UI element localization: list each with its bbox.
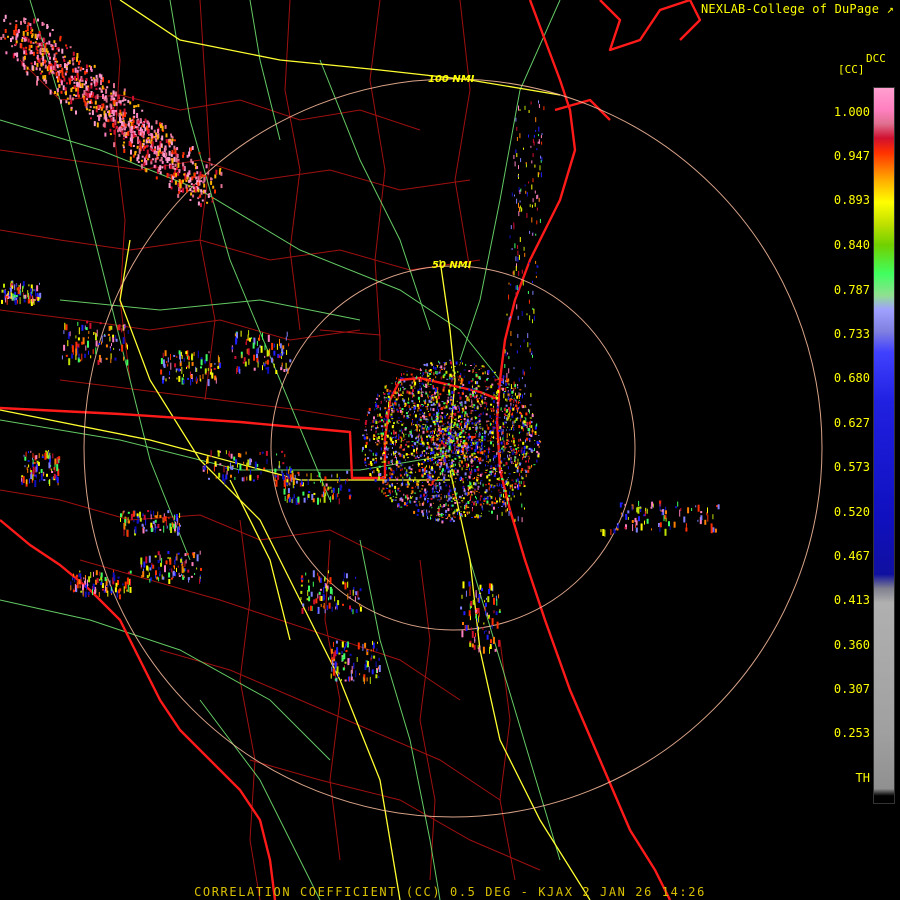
legend-tick: 0.947 [833, 149, 870, 163]
legend-tick: 0.520 [833, 505, 870, 519]
legend-tick: 0.893 [833, 193, 870, 207]
legend-tick: 0.680 [833, 371, 870, 385]
legend-tick: 0.253 [833, 726, 870, 740]
legend-tick: 0.413 [833, 593, 870, 607]
colorbar [873, 87, 895, 804]
product-footer: CORRELATION COEFFICIENT (CC) 0.5 DEG - K… [194, 885, 706, 899]
credit-text: NEXLAB-College of DuPage [700, 2, 880, 16]
legend-tick: 0.467 [833, 549, 870, 563]
legend-tick: 0.787 [833, 283, 870, 297]
ring-label-100: 100 NMI [428, 74, 475, 85]
legend-tick: 1.000 [833, 105, 870, 119]
legend-tick: 0.360 [833, 638, 870, 652]
legend-tick: 0.307 [833, 682, 870, 696]
legend-tick: 0.840 [833, 238, 870, 252]
legend-tick: 0.573 [833, 460, 870, 474]
legend-unit: [CC] [838, 63, 865, 76]
ring-label-50: 50 NMI [432, 260, 472, 271]
legend-tick: 0.733 [833, 327, 870, 341]
external-link-icon: ↗ [879, 2, 894, 16]
radar-map: 50 NMI 100 NMI [0, 0, 900, 900]
legend-tick: 0.627 [833, 416, 870, 430]
legend-tick: TH [855, 771, 870, 785]
legend-product: DCC [866, 52, 886, 65]
credit-label[interactable]: NEXLAB-College of DuPage ↗ [701, 2, 894, 16]
